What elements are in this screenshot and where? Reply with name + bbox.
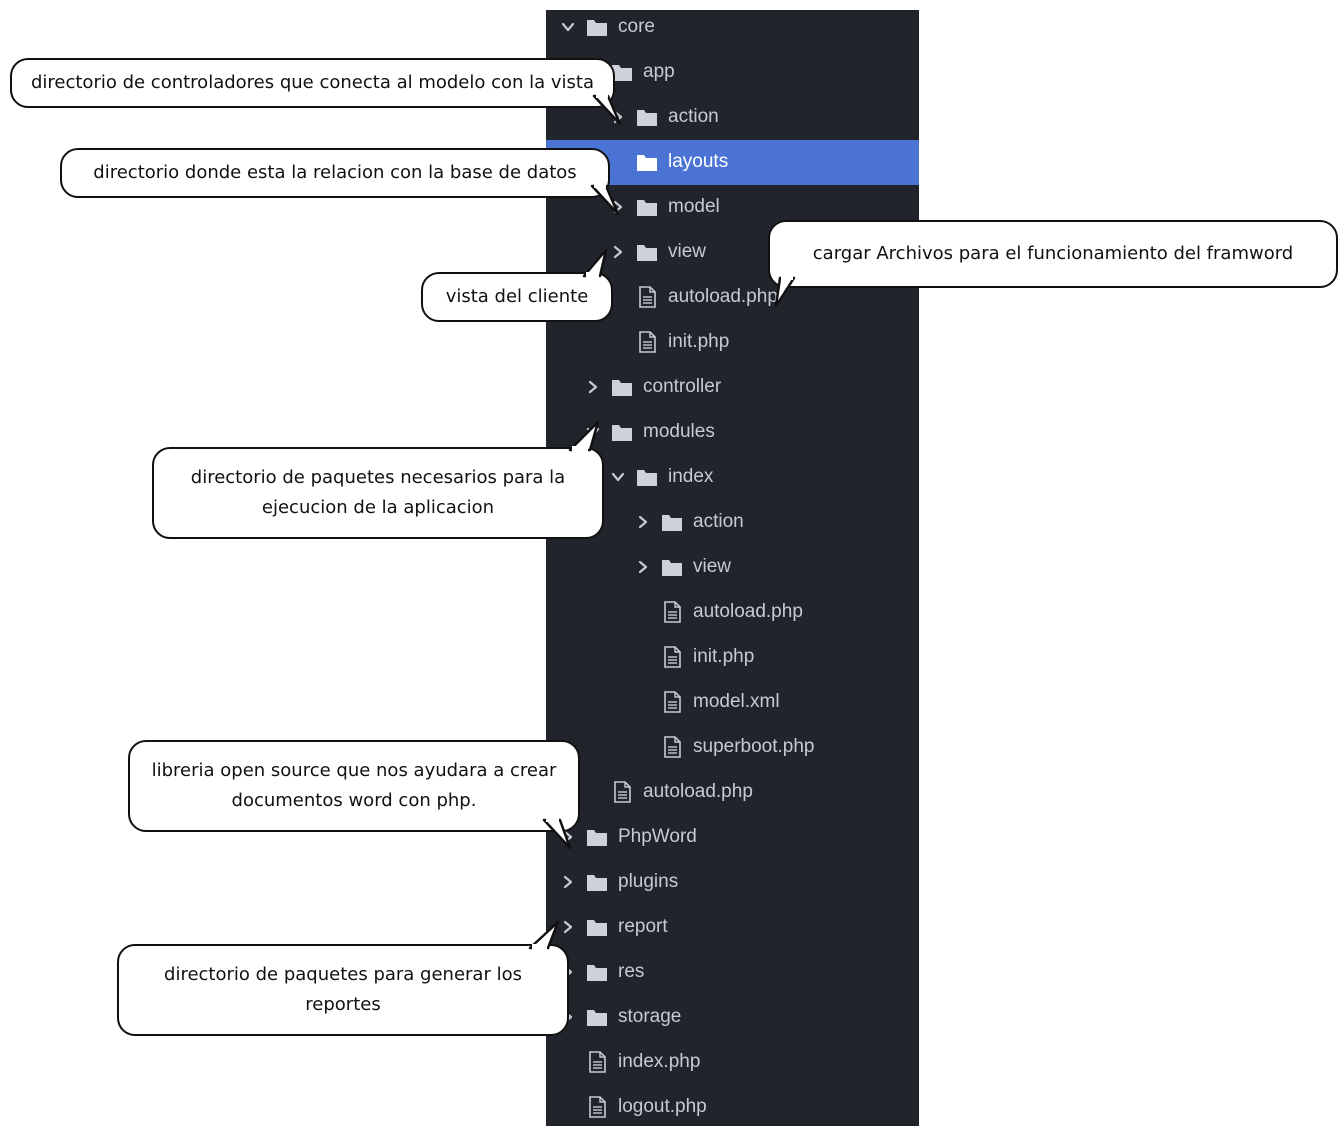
callout-reports-pointer: [528, 920, 560, 950]
callout-database-pointer: [590, 184, 620, 216]
tree-item-label: res: [618, 960, 645, 982]
tree-item-label: app: [643, 60, 675, 82]
callout-autoload-text: cargar Archivos para el funcionamiento d…: [812, 243, 1294, 264]
folder-icon: [636, 466, 658, 488]
tree-item-superboot-php[interactable]: superboot.php: [546, 725, 919, 770]
file-icon: [586, 1050, 608, 1073]
tree-item-label: modules: [643, 420, 715, 442]
tree-item-label: storage: [618, 1005, 682, 1027]
folder-icon: [636, 151, 658, 173]
tree-item-plugins[interactable]: plugins: [546, 860, 919, 905]
folder-icon: [611, 421, 633, 443]
tree-item-label: autoload.php: [643, 780, 753, 802]
tree-item-core[interactable]: core: [546, 5, 919, 50]
chevron-right-icon[interactable]: [636, 560, 650, 574]
callout-phpword-pointer: [542, 818, 572, 850]
callout-reports-line1: directorio de paquetes para generar los: [164, 964, 522, 985]
chevron-down-icon[interactable]: [561, 20, 575, 34]
tree-item-autoload-php[interactable]: autoload.php: [546, 770, 919, 815]
callout-modules-line2: ejecucion de la aplicacion: [261, 497, 495, 518]
file-icon: [661, 645, 683, 668]
tree-item-index-php[interactable]: index.php: [546, 1040, 919, 1085]
callout-modules-line1: directorio de paquetes necesarios para l…: [190, 467, 566, 488]
callout-database-text: directorio donde esta la relacion con la…: [93, 162, 577, 183]
callout-client-view-text: vista del cliente: [445, 286, 589, 307]
folder-icon: [611, 376, 633, 398]
tree-item-label: index: [668, 465, 714, 487]
tree-item-label: autoload.php: [693, 600, 803, 622]
file-icon: [661, 600, 683, 623]
folder-icon: [586, 961, 608, 983]
callout-autoload: cargar Archivos para el funcionamiento d…: [768, 220, 1338, 288]
tree-item-label: report: [618, 915, 668, 937]
tree-item-label: init.php: [668, 330, 730, 352]
tree-item-label: plugins: [618, 870, 679, 892]
tree-item-label: action: [693, 510, 744, 532]
callout-controllers: directorio de controladores que conecta …: [10, 58, 615, 108]
tree-item-label: layouts: [668, 150, 729, 172]
file-icon: [661, 690, 683, 713]
tree-item-controller[interactable]: controller: [546, 365, 919, 410]
folder-icon: [661, 511, 683, 533]
tree-item-res[interactable]: res: [546, 950, 919, 995]
chevron-right-icon[interactable]: [586, 380, 600, 394]
folder-icon: [586, 1006, 608, 1028]
tree-item-label: init.php: [693, 645, 755, 667]
tree-item-label: model.xml: [693, 690, 780, 712]
callout-phpword: libreria open source que nos ayudara a c…: [128, 740, 580, 832]
file-icon: [611, 780, 633, 803]
tree-item-init-php[interactable]: init.php: [546, 320, 919, 365]
callout-database: directorio donde esta la relacion con la…: [60, 148, 610, 198]
folder-icon: [661, 556, 683, 578]
chevron-right-icon[interactable]: [636, 515, 650, 529]
file-icon: [636, 330, 658, 353]
callout-reports: directorio de paquetes para generar los …: [117, 944, 569, 1036]
callout-controllers-pointer: [592, 94, 622, 126]
chevron-down-icon[interactable]: [611, 470, 625, 484]
chevron-right-icon[interactable]: [561, 875, 575, 889]
tree-item-label: PhpWord: [618, 825, 697, 847]
tree-item-label: controller: [643, 375, 722, 397]
tree-item-phpword[interactable]: PhpWord: [546, 815, 919, 860]
tree-item-init-php[interactable]: init.php: [546, 635, 919, 680]
callout-controllers-text: directorio de controladores que conecta …: [30, 72, 595, 93]
folder-icon: [586, 916, 608, 938]
folder-icon: [636, 196, 658, 218]
callout-phpword-line1: libreria open source que nos ayudara a c…: [151, 760, 557, 781]
tree-item-autoload-php[interactable]: autoload.php: [546, 590, 919, 635]
callout-autoload-pointer: [774, 276, 796, 308]
tree-item-model-xml[interactable]: model.xml: [546, 680, 919, 725]
tree-item-label: model: [668, 195, 720, 217]
callout-reports-line2: reportes: [305, 994, 381, 1015]
callout-client-view: vista del cliente: [421, 272, 613, 322]
tree-item-label: action: [668, 105, 719, 127]
tree-item-logout-php[interactable]: logout.php: [546, 1085, 919, 1130]
file-icon: [661, 735, 683, 758]
file-icon: [586, 1095, 608, 1118]
tree-item-label: autoload.php: [668, 285, 778, 307]
tree-item-label: view: [668, 240, 707, 262]
callout-modules-pointer: [568, 420, 600, 452]
tree-item-label: view: [693, 555, 732, 577]
folder-icon: [586, 826, 608, 848]
folder-icon: [586, 871, 608, 893]
tree-item-label: logout.php: [618, 1095, 707, 1117]
tree-item-view[interactable]: view: [546, 545, 919, 590]
callout-modules: directorio de paquetes necesarios para l…: [152, 447, 604, 539]
file-icon: [636, 285, 658, 308]
folder-icon: [586, 16, 608, 38]
callout-client-view-pointer: [582, 248, 608, 278]
callout-phpword-line2: documentos word con php.: [231, 790, 477, 811]
tree-item-report[interactable]: report: [546, 905, 919, 950]
tree-item-label: core: [618, 15, 655, 37]
folder-icon: [636, 106, 658, 128]
tree-item-storage[interactable]: storage: [546, 995, 919, 1040]
tree-item-label: superboot.php: [693, 735, 815, 757]
folder-icon: [636, 241, 658, 263]
tree-item-label: index.php: [618, 1050, 701, 1072]
